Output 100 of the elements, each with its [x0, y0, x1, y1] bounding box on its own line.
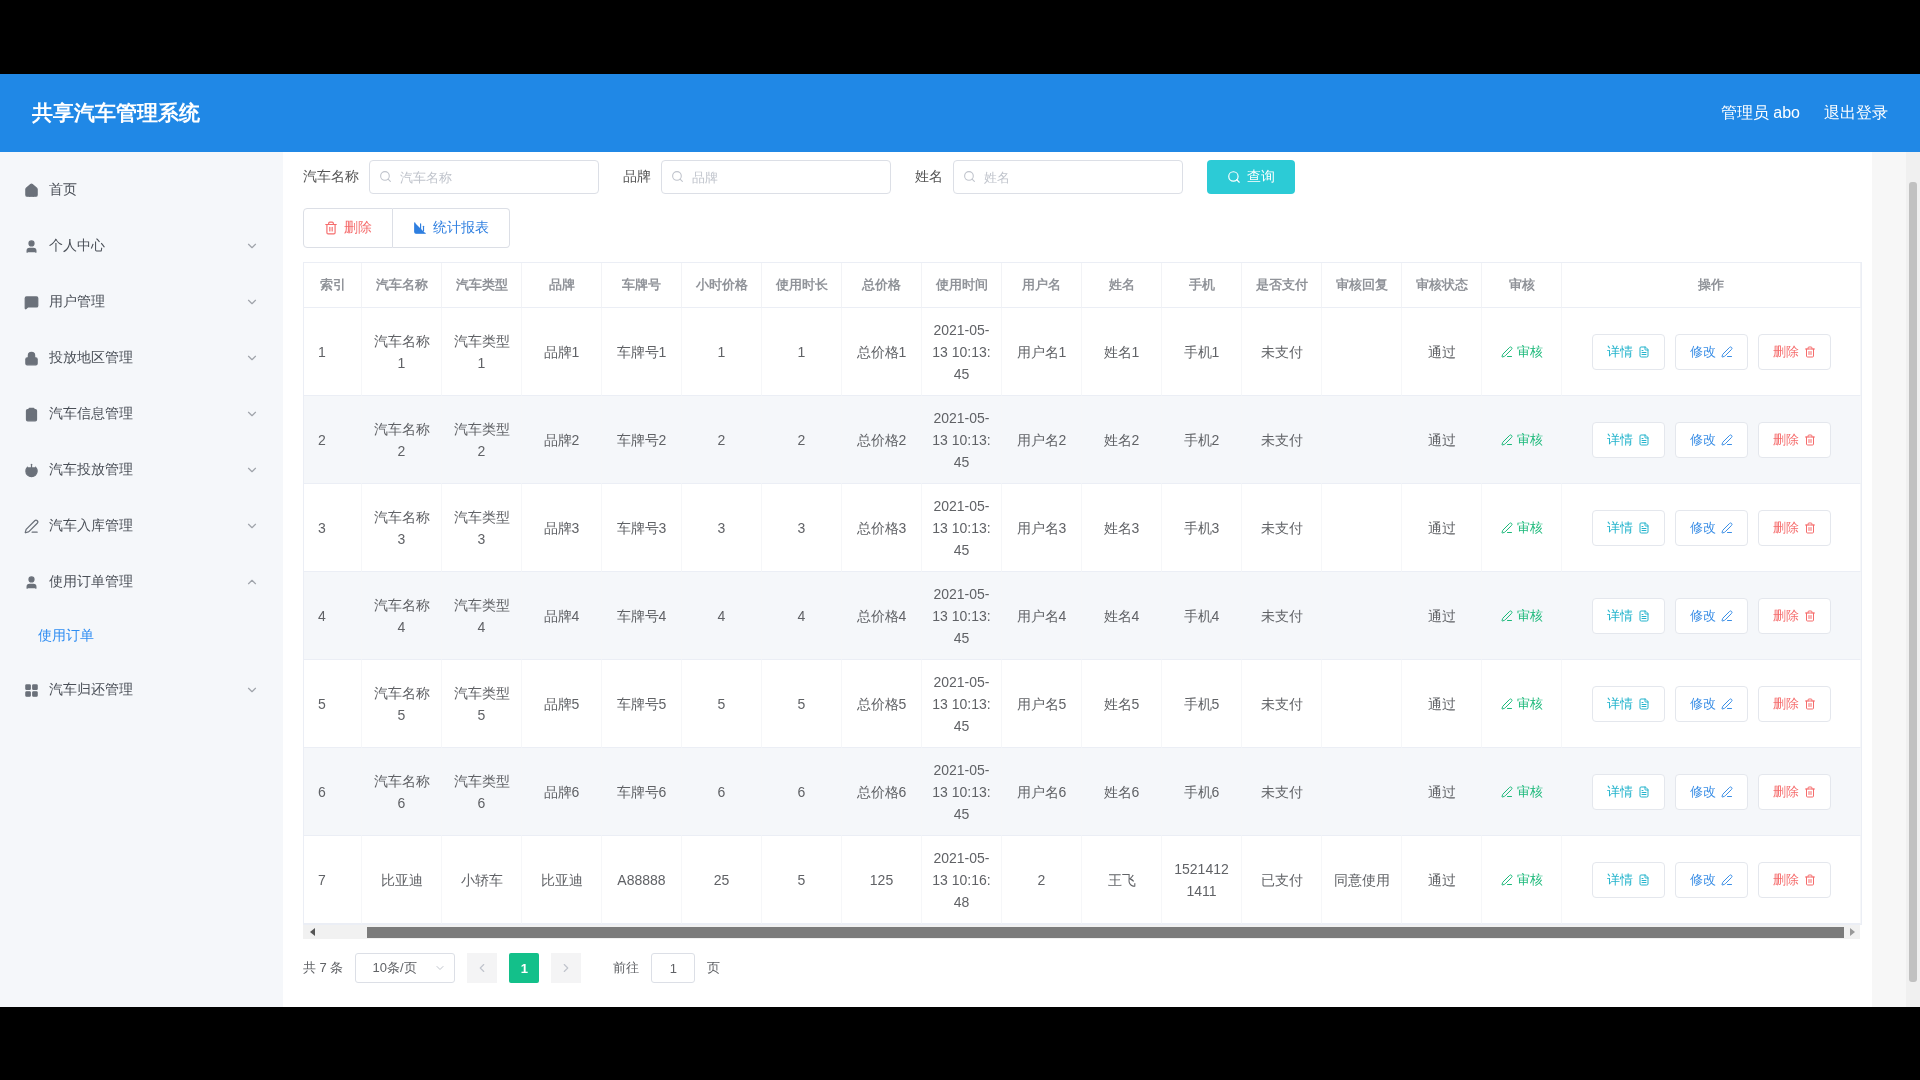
table-cell: 2021-05-13 10:13:45: [922, 572, 1002, 660]
pen-icon: [1720, 609, 1733, 622]
detail-button[interactable]: 详情: [1591, 421, 1665, 458]
trash-icon: [1803, 785, 1816, 798]
user-icon: [24, 574, 39, 590]
vertical-scrollbar[interactable]: [1906, 152, 1920, 1007]
table-cell: 品牌4: [522, 572, 602, 660]
audit-link[interactable]: 审核: [1500, 780, 1543, 803]
search-icon: [1227, 170, 1241, 184]
trash-icon: [1803, 521, 1816, 534]
detail-button[interactable]: 详情: [1591, 773, 1665, 810]
audit-link[interactable]: 审核: [1500, 604, 1543, 627]
search-field[interactable]: 品牌: [661, 160, 891, 194]
search-field[interactable]: 姓名: [953, 160, 1183, 194]
sidebar-item[interactable]: 汽车信息管理: [0, 386, 283, 442]
table-cell: 未支付: [1242, 308, 1322, 396]
delete-button[interactable]: 删除: [303, 208, 393, 248]
table-cell: 未支付: [1242, 396, 1322, 484]
search-icon: [963, 170, 976, 183]
table-cell: 汽车名称2: [362, 396, 442, 484]
grid-icon: [24, 682, 39, 698]
delete-button[interactable]: 删除: [1757, 333, 1831, 370]
detail-button[interactable]: 详情: [1591, 861, 1665, 898]
pen-icon: [1720, 697, 1733, 710]
document-icon: [1637, 345, 1650, 358]
pen-icon: [1500, 785, 1513, 798]
sidebar-item[interactable]: 首页: [0, 162, 283, 218]
edit-button[interactable]: 修改: [1674, 773, 1748, 810]
field-label: 汽车名称: [303, 168, 359, 186]
audit-link[interactable]: 审核: [1500, 692, 1543, 715]
delete-button[interactable]: 删除: [1757, 597, 1831, 634]
sidebar-item[interactable]: 用户管理: [0, 274, 283, 330]
table-cell: 1: [304, 308, 362, 396]
table-cell: 汽车类型5: [442, 660, 522, 748]
table-cell: 2: [682, 396, 762, 484]
report-button[interactable]: 统计报表: [393, 208, 510, 248]
goto-page-field[interactable]: 1: [651, 953, 696, 983]
delete-button[interactable]: 删除: [1757, 421, 1831, 458]
sidebar-item[interactable]: 使用订单管理: [0, 554, 283, 610]
edit-button[interactable]: 修改: [1674, 333, 1748, 370]
detail-button[interactable]: 详情: [1591, 333, 1665, 370]
edit-button[interactable]: 修改: [1674, 509, 1748, 546]
table-cell: 4: [304, 572, 362, 660]
trash-icon: [324, 221, 338, 235]
delete-button[interactable]: 删除: [1757, 861, 1831, 898]
detail-button[interactable]: 详情: [1591, 509, 1665, 546]
sidebar-subitem[interactable]: 使用订单: [0, 610, 283, 662]
pen-icon: [1500, 433, 1513, 446]
sidebar-item[interactable]: 个人中心: [0, 218, 283, 274]
table-cell: 品牌3: [522, 484, 602, 572]
user-link[interactable]: 管理员 abo: [1720, 102, 1800, 124]
sidebar-item[interactable]: 汽车归还管理: [0, 662, 283, 718]
detail-button[interactable]: 详情: [1591, 685, 1665, 722]
delete-button[interactable]: 删除: [1757, 773, 1831, 810]
page-number[interactable]: 1: [509, 953, 540, 983]
table-cell: 姓名3: [1082, 484, 1162, 572]
edit-button[interactable]: 修改: [1674, 597, 1748, 634]
table-cell: 用户名1: [1002, 308, 1082, 396]
trash-icon: [1803, 433, 1816, 446]
table-cell: 总价格4: [842, 572, 922, 660]
table-cell: 总价格5: [842, 660, 922, 748]
table-cell: 6: [762, 748, 842, 836]
next-page-button[interactable]: [551, 953, 582, 983]
table-cell: 3: [682, 484, 762, 572]
audit-link[interactable]: 审核: [1500, 428, 1543, 451]
table-cell: 手机1: [1162, 308, 1242, 396]
table-cell: 手机3: [1162, 484, 1242, 572]
table-cell: 汽车名称3: [362, 484, 442, 572]
table-cell: 5: [304, 660, 362, 748]
sidebar-item[interactable]: 汽车投放管理: [0, 442, 283, 498]
delete-button[interactable]: 删除: [1757, 509, 1831, 546]
table-cell: A88888: [602, 836, 682, 924]
audit-link[interactable]: 审核: [1500, 516, 1543, 539]
table-cell: 未支付: [1242, 572, 1322, 660]
trash-icon: [1803, 609, 1816, 622]
edit-button[interactable]: 修改: [1674, 421, 1748, 458]
table-cell: 品牌2: [522, 396, 602, 484]
page-size-select[interactable]: 10条/页: [355, 953, 456, 983]
table-cell: 7: [304, 836, 362, 924]
search-field[interactable]: 汽车名称: [369, 160, 599, 194]
audit-link[interactable]: 审核: [1500, 340, 1543, 363]
sidebar-item[interactable]: 汽车入库管理: [0, 498, 283, 554]
logout-link[interactable]: 退出登录: [1824, 102, 1888, 124]
prev-page-button[interactable]: [467, 953, 498, 983]
query-button[interactable]: 查询: [1207, 160, 1295, 194]
table-cell: 25: [682, 836, 762, 924]
table-cell: 通过: [1402, 836, 1482, 924]
edit-button[interactable]: 修改: [1674, 685, 1748, 722]
audit-link[interactable]: 审核: [1500, 868, 1543, 891]
detail-button[interactable]: 详情: [1591, 597, 1665, 634]
table-cell: 1: [762, 308, 842, 396]
table-cell: 汽车类型4: [442, 572, 522, 660]
edit-button[interactable]: 修改: [1674, 861, 1748, 898]
horizontal-scrollbar[interactable]: [303, 925, 1860, 939]
sidebar-item[interactable]: 投放地区管理: [0, 330, 283, 386]
table-cell: 6: [304, 748, 362, 836]
table-cell: 3: [762, 484, 842, 572]
table-cell: 手机4: [1162, 572, 1242, 660]
delete-button[interactable]: 删除: [1757, 685, 1831, 722]
table-cell: 2021-05-13 10:13:45: [922, 660, 1002, 748]
